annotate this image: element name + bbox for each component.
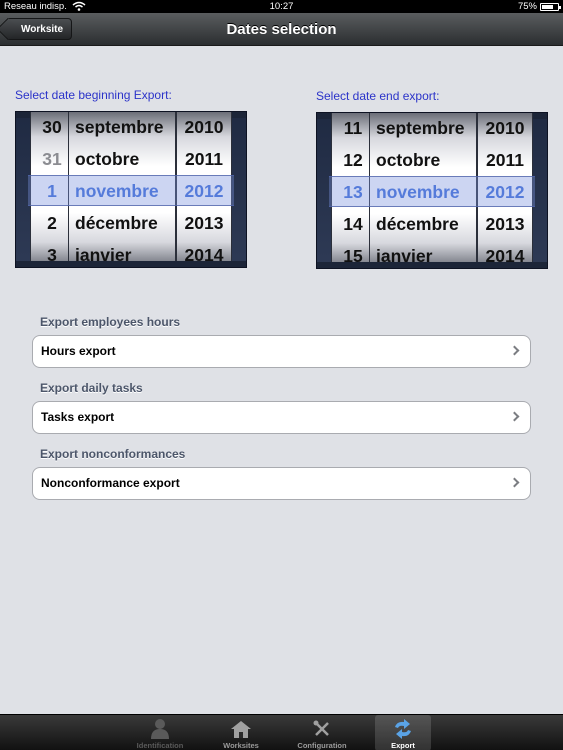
hours-export-cell[interactable]: Hours export	[32, 335, 531, 368]
tasks-export-label: Tasks export	[41, 410, 115, 424]
tab-bar: Identification Worksites Configuration E…	[0, 714, 563, 750]
tab-identification-label: Identification	[136, 741, 184, 750]
picker-frame-bottom	[317, 262, 547, 268]
tab-export-label: Export	[391, 741, 415, 750]
picker-year-option[interactable]: 2010	[478, 113, 532, 144]
tasks-export-cell[interactable]: Tasks export	[32, 401, 531, 434]
picker-selection-highlight	[329, 176, 535, 207]
export-icon	[395, 719, 411, 739]
nonconformance-export-cell[interactable]: Nonconformance export	[32, 467, 531, 500]
navigation-bar: Worksite Dates selection	[0, 13, 563, 46]
picker-day-option[interactable]: 30	[31, 112, 73, 143]
end-date-picker[interactable]: 11 12 13 14 15 septembre octobre novembre décemb…	[316, 112, 548, 269]
picker-year-option[interactable]: 2011	[177, 143, 231, 175]
section-header-nonconformances: Export nonconformances	[40, 447, 186, 461]
chevron-right-icon	[509, 477, 520, 488]
end-date-label: Select date end export:	[316, 89, 440, 103]
tab-identification[interactable]: Identification	[122, 715, 198, 750]
begin-date-label: Select date beginning Export:	[15, 88, 172, 102]
picker-month-option[interactable]: octobre	[370, 144, 476, 176]
hours-export-label: Hours export	[41, 344, 116, 358]
tab-worksites[interactable]: Worksites	[203, 715, 279, 750]
begin-date-picker[interactable]: 30 31 1 2 3 septembre octobre novembre décembre j…	[15, 111, 247, 268]
tab-export[interactable]: Export	[375, 715, 431, 750]
tab-configuration[interactable]: Configuration	[284, 715, 360, 750]
picker-day-option[interactable]: 31	[31, 143, 73, 175]
picker-month-option[interactable]: décembre	[370, 208, 476, 240]
picker-frame-bottom	[16, 261, 246, 267]
house-icon	[231, 721, 251, 738]
picker-month-option[interactable]: septembre	[370, 113, 476, 144]
section-header-daily-tasks: Export daily tasks	[40, 381, 143, 395]
picker-selection-highlight	[28, 175, 234, 206]
picker-day-option[interactable]: 11	[332, 113, 374, 144]
picker-year-option[interactable]: 2013	[478, 208, 532, 240]
picker-month-option[interactable]: décembre	[69, 207, 175, 239]
nonconformance-export-label: Nonconformance export	[41, 476, 180, 490]
tools-icon	[313, 720, 329, 736]
chevron-right-icon	[509, 345, 520, 356]
battery-icon	[540, 3, 561, 11]
picker-day-option[interactable]: 12	[332, 144, 374, 176]
tab-configuration-label: Configuration	[297, 741, 347, 750]
person-icon	[151, 719, 169, 739]
picker-day-option[interactable]: 14	[332, 208, 374, 240]
picker-year-option[interactable]: 2011	[478, 144, 532, 176]
picker-year-option[interactable]: 2013	[177, 207, 231, 239]
chevron-right-icon	[509, 411, 520, 422]
status-bar: Reseau indisp. 10:27 75%	[0, 0, 563, 13]
picker-month-option[interactable]: octobre	[69, 143, 175, 175]
picker-year-option[interactable]: 2010	[177, 112, 231, 143]
section-header-employees-hours: Export employees hours	[40, 315, 181, 329]
tab-worksites-label: Worksites	[223, 741, 259, 750]
status-time: 10:27	[269, 1, 294, 12]
battery-percent: 75%	[517, 1, 537, 12]
picker-day-option[interactable]: 2	[31, 207, 73, 239]
picker-month-option[interactable]: septembre	[69, 112, 175, 143]
page-title: Dates selection	[226, 21, 337, 38]
